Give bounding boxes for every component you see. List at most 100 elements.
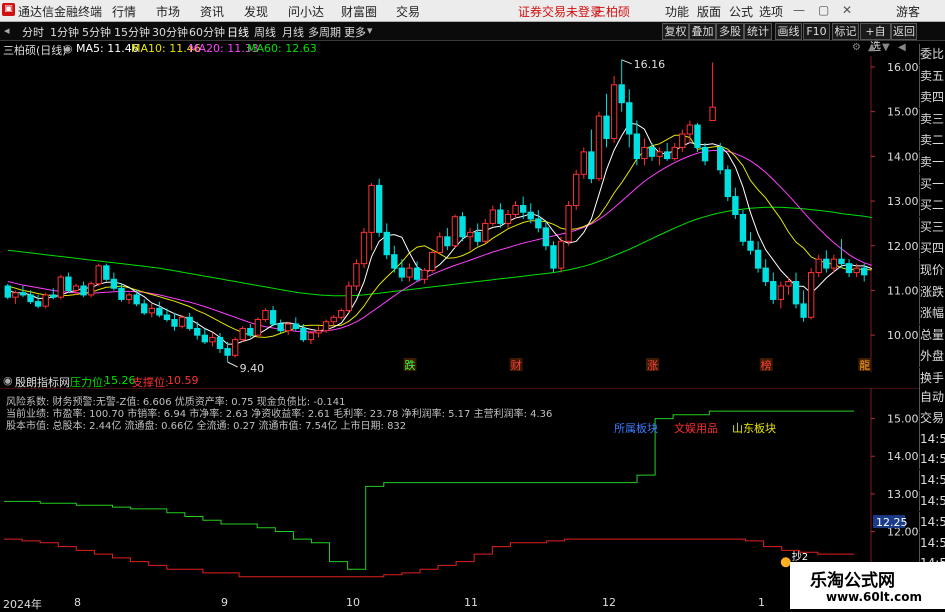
side-item-quote[interactable]: 现价	[919, 260, 945, 281]
mark-button[interactable]: 标记	[832, 23, 859, 40]
period-60min[interactable]: 60分钟	[189, 24, 225, 40]
multi-stock-button[interactable]: 多股	[716, 23, 744, 40]
f10-button[interactable]: F10	[803, 23, 830, 40]
candle-body	[807, 272, 815, 318]
side-item-quote[interactable]: 外盘	[919, 346, 945, 368]
candle-body	[557, 240, 565, 269]
chart-down-icon[interactable]: ▼	[882, 42, 890, 53]
ma-toggle-icon[interactable]: ◉	[63, 42, 73, 55]
candle-body	[19, 292, 27, 296]
side-item-quote[interactable]: 换手	[919, 368, 945, 389]
chart-up-icon[interactable]: ▲	[868, 42, 876, 53]
period-15min[interactable]: 15分钟	[114, 24, 150, 40]
period-weekly[interactable]: 周线	[254, 24, 276, 40]
candle-body	[466, 231, 474, 238]
statistics-button[interactable]: 统计	[744, 23, 772, 40]
menu-item-trade[interactable]: 交易	[396, 3, 420, 20]
candle-body	[330, 316, 337, 323]
candle-body	[459, 216, 466, 238]
side-item-trade[interactable]: 14:56	[919, 511, 945, 532]
side-item-quote[interactable]: 买二	[919, 195, 945, 217]
side-item-trade[interactable]: 14:56	[919, 428, 945, 449]
side-item-quote[interactable]: 涨幅	[919, 303, 945, 325]
overlay-button[interactable]: 叠加	[689, 23, 716, 40]
candle-body	[436, 236, 443, 253]
sector-industry[interactable]: 文娱用品	[674, 420, 718, 436]
menu-item-market[interactable]: 市场	[156, 3, 180, 20]
user-label[interactable]: 游客	[896, 3, 920, 20]
menu-item-quotes[interactable]: 行情	[112, 3, 136, 20]
menu-function[interactable]: 功能	[665, 3, 689, 20]
menu-item-wealth[interactable]: 财富圈	[341, 3, 377, 20]
menu-formula[interactable]: 公式	[729, 3, 753, 20]
indicator-toggle-icon[interactable]: ◉	[3, 374, 13, 387]
candle-body	[141, 303, 148, 314]
side-item-quote[interactable]: 卖三	[919, 108, 945, 130]
indicator-tick-label: 14.00	[887, 450, 919, 463]
period-multi[interactable]: 多周期	[308, 24, 341, 40]
menu-item-news[interactable]: 资讯	[200, 3, 224, 20]
side-item-trade[interactable]: 交易	[919, 407, 945, 428]
draw-line-button[interactable]: 画线	[775, 23, 802, 40]
side-item-quote[interactable]: 卖四	[919, 87, 945, 109]
candle-body	[830, 258, 838, 269]
candle-body	[853, 267, 860, 274]
candle-body	[27, 294, 34, 303]
candle-body	[262, 310, 269, 321]
sector-label[interactable]: 所属板块	[614, 420, 658, 436]
event-label: 榜	[761, 358, 772, 372]
side-item-trade[interactable]: 14:56	[919, 449, 945, 470]
side-item-trade[interactable]: 自动	[919, 387, 945, 407]
period-30min[interactable]: 30分钟	[152, 24, 188, 40]
period-monthly[interactable]: 月线	[282, 24, 304, 40]
chart-settings-icon[interactable]: ⚙	[852, 42, 861, 53]
candle-body	[156, 307, 163, 316]
price-tick-label: 10.00	[887, 329, 919, 342]
side-item-quote[interactable]: 总量	[919, 324, 945, 346]
candle-body	[80, 285, 87, 296]
trade-login-notice[interactable]: 证券交易未登录	[518, 3, 602, 20]
side-item-trade[interactable]: 14:56	[919, 470, 945, 491]
side-item-trade[interactable]: 14:56	[919, 532, 945, 553]
candle-body	[792, 281, 800, 305]
toolbar-left-arrow-icon[interactable]: ◂	[4, 24, 10, 37]
price-chart[interactable]: 16.00 15.00 14.00 13.00 12.00 11.00 10.00 16.16…	[0, 56, 919, 372]
candle-body	[398, 267, 406, 278]
period-1min[interactable]: 1分钟	[50, 24, 79, 40]
candle-body	[171, 319, 178, 327]
back-button[interactable]: 返回	[891, 23, 917, 40]
minimize-icon[interactable]: —	[793, 3, 805, 17]
more-dropdown-icon[interactable]: ▾	[367, 24, 373, 37]
side-item-quote[interactable]: 卖二	[919, 130, 945, 152]
sector-region[interactable]: 山东板块	[732, 420, 776, 436]
period-5min[interactable]: 5分钟	[82, 24, 111, 40]
candle-body	[429, 251, 436, 271]
side-item-trade[interactable]: 14:56	[919, 491, 945, 511]
maximize-icon[interactable]: ▢	[818, 3, 829, 17]
side-item-quote[interactable]: 卖五	[919, 65, 945, 87]
side-item-quote[interactable]: 涨跌	[919, 281, 945, 303]
indicator-chart[interactable]: 15.0014.0013.0012.0011.0012.25抄2	[0, 388, 919, 596]
menu-layout[interactable]: 版面	[697, 3, 721, 20]
side-item-quote[interactable]: 卖一	[919, 152, 945, 173]
restore-right-button[interactable]: 复权	[662, 23, 689, 40]
axis-month-9: 9	[221, 596, 228, 609]
side-item-quote[interactable]: 买四	[919, 238, 945, 260]
menu-options[interactable]: 选项	[759, 3, 783, 20]
add-favorite-button[interactable]: +自选	[860, 23, 891, 53]
side-item-quote[interactable]: 买一	[919, 173, 945, 195]
period-daily[interactable]: 日线	[227, 24, 249, 40]
candle-body	[163, 314, 171, 321]
close-icon[interactable]: ✕	[842, 3, 852, 17]
candle-body	[519, 205, 527, 213]
menu-item-discover[interactable]: 发现	[244, 3, 268, 20]
period-intraday[interactable]: 分时	[22, 24, 44, 40]
side-item-quote[interactable]: 委比	[919, 44, 945, 65]
side-item-quote[interactable]: 买三	[919, 216, 945, 238]
chart-collapse-icon[interactable]: ◀	[898, 42, 906, 53]
axis-month-1: 1	[758, 596, 765, 609]
menu-item-ask[interactable]: 问小达	[288, 3, 324, 20]
period-more[interactable]: 更多	[344, 24, 366, 40]
candle-body	[754, 249, 762, 269]
title-bar: ▣ 通达信金融终端 行情 市场 资讯 发现 问小达 财富圈 交易 证券交易未登录…	[0, 0, 945, 22]
